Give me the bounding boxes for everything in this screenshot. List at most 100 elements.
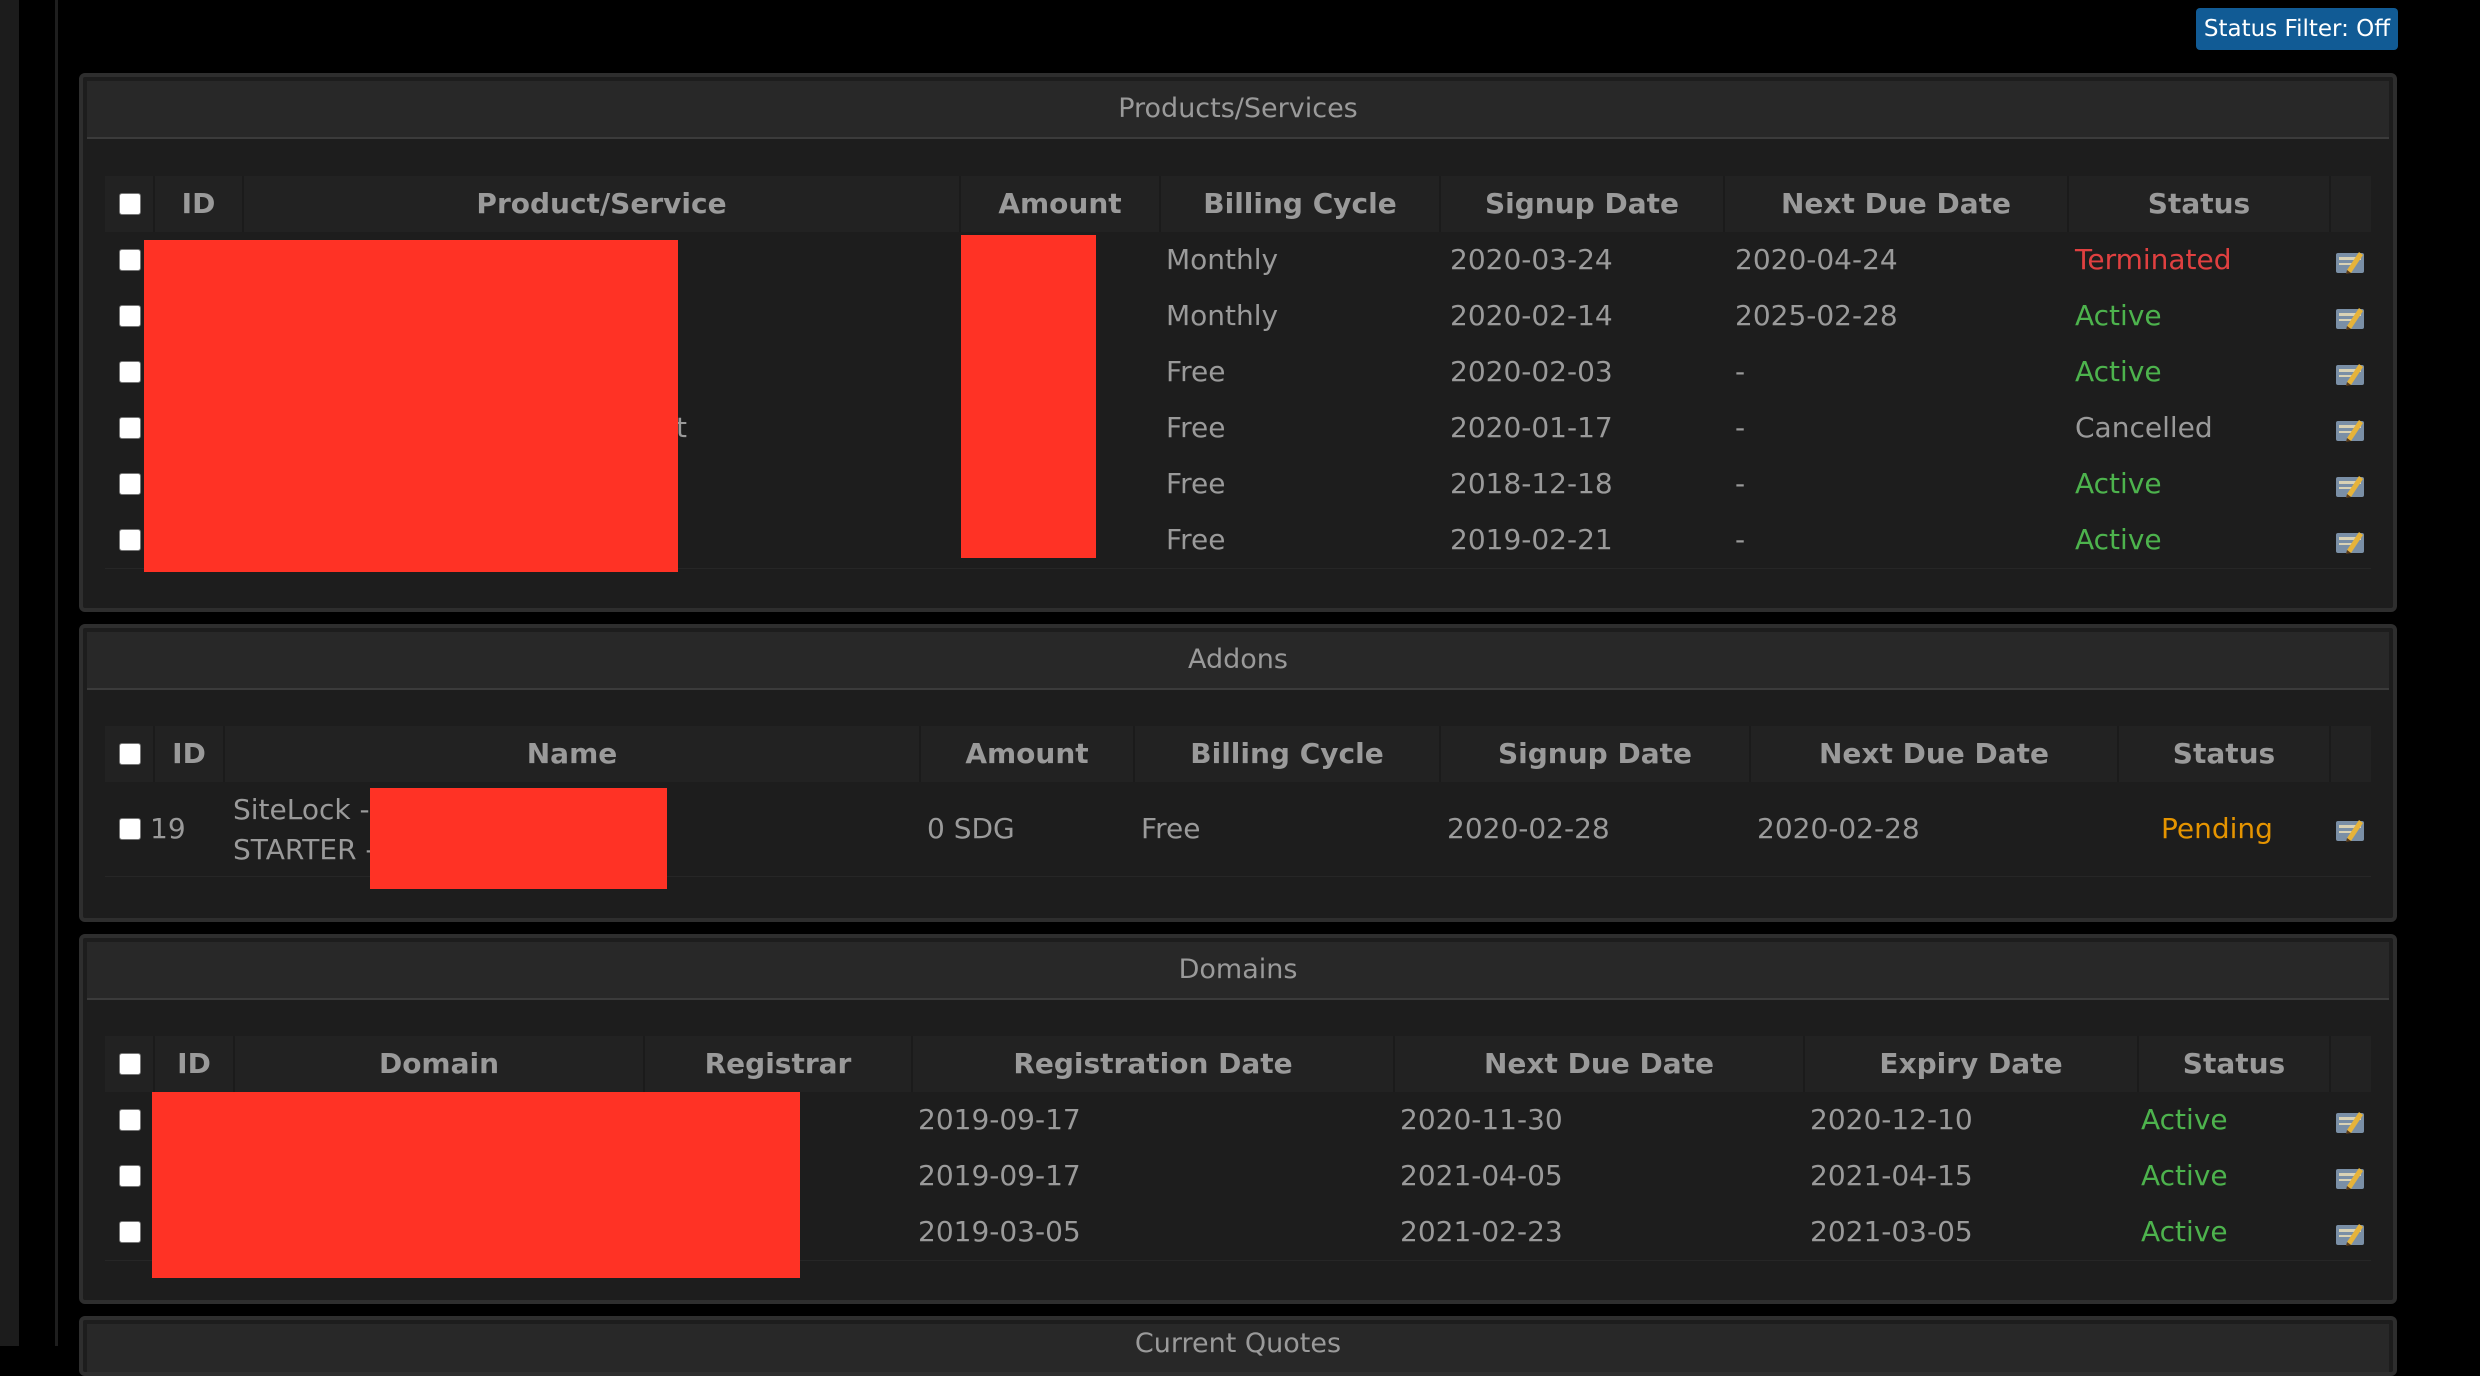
- row-checkbox[interactable]: [119, 249, 141, 271]
- signup-date: 2020-02-03: [1450, 355, 1613, 388]
- expiry-date: 2021-04-15: [1810, 1159, 1973, 1192]
- addon-name-line2: STARTER -: [233, 833, 376, 866]
- select-all-cell: [105, 726, 155, 782]
- col-amount[interactable]: Amount: [961, 176, 1161, 232]
- signup-date: 2018-12-18: [1450, 467, 1613, 500]
- signup-date: 2019-02-21: [1450, 523, 1613, 556]
- edit-invoice-icon[interactable]: [2335, 816, 2365, 844]
- row-checkbox[interactable]: [119, 361, 141, 383]
- col-id[interactable]: ID: [155, 726, 225, 782]
- status-badge: Active: [2141, 1103, 2228, 1136]
- products-panel: Products/Services ID Product/Service Amo…: [79, 73, 2397, 612]
- row-checkbox[interactable]: [119, 473, 141, 495]
- col-status[interactable]: Status: [2139, 1036, 2331, 1092]
- registration-date: 2019-09-17: [918, 1103, 1081, 1136]
- row-checkbox[interactable]: [119, 1221, 141, 1243]
- addons-table-header: ID Name Amount Billing Cycle Signup Date…: [105, 726, 2371, 782]
- edit-invoice-icon[interactable]: [2335, 1220, 2365, 1248]
- edit-invoice-icon[interactable]: [2335, 1164, 2365, 1192]
- col-status[interactable]: Status: [2119, 726, 2331, 782]
- signup-date: 2020-03-24: [1450, 243, 1613, 276]
- col-signup-date[interactable]: Signup Date: [1441, 176, 1725, 232]
- left-divider: [55, 0, 58, 1346]
- col-domain[interactable]: Domain: [235, 1036, 645, 1092]
- addons-panel: Addons ID Name Amount Billing Cycle Sign…: [79, 624, 2397, 922]
- domains-title: Domains: [87, 942, 2389, 1000]
- domains-panel: Domains ID Domain Registrar Registration…: [79, 934, 2397, 1304]
- quotes-panel: Current Quotes: [79, 1316, 2397, 1376]
- row-checkbox[interactable]: [119, 529, 141, 551]
- products-title: Products/Services: [87, 81, 2389, 139]
- redaction-block: [144, 240, 678, 572]
- next-due-date: -: [1735, 411, 1746, 444]
- edit-invoice-icon[interactable]: [2335, 360, 2365, 388]
- next-due-date: 2025-02-28: [1735, 299, 1898, 332]
- signup-date: 2020-01-17: [1450, 411, 1613, 444]
- addon-amount: 0 SDG: [927, 812, 1015, 845]
- col-actions: [2331, 1036, 2371, 1092]
- col-signup-date[interactable]: Signup Date: [1441, 726, 1751, 782]
- col-id[interactable]: ID: [155, 1036, 235, 1092]
- col-next-due-date[interactable]: Next Due Date: [1725, 176, 2069, 232]
- next-due-date: -: [1735, 467, 1746, 500]
- redaction-block: [370, 788, 667, 889]
- registration-date: 2019-03-05: [918, 1215, 1081, 1248]
- edit-invoice-icon[interactable]: [2335, 416, 2365, 444]
- status-badge: Cancelled: [2075, 411, 2213, 444]
- billing-cycle: Monthly: [1166, 243, 1279, 276]
- billing-cycle: Free: [1166, 523, 1226, 556]
- edit-invoice-icon[interactable]: [2335, 248, 2365, 276]
- col-registrar[interactable]: Registrar: [645, 1036, 913, 1092]
- edit-invoice-icon[interactable]: [2335, 1108, 2365, 1136]
- next-due-date: 2021-02-23: [1400, 1215, 1563, 1248]
- edit-invoice-icon[interactable]: [2335, 528, 2365, 556]
- status-badge: Active: [2075, 467, 2162, 500]
- col-actions: [2331, 176, 2371, 232]
- addons-title: Addons: [87, 632, 2389, 690]
- billing-cycle: Monthly: [1166, 299, 1279, 332]
- col-next-due-date[interactable]: Next Due Date: [1395, 1036, 1805, 1092]
- status-badge: Active: [2075, 299, 2162, 332]
- col-id[interactable]: ID: [155, 176, 244, 232]
- edit-invoice-icon[interactable]: [2335, 472, 2365, 500]
- expiry-date: 2020-12-10: [1810, 1103, 1973, 1136]
- domains-table-header: ID Domain Registrar Registration Date Ne…: [105, 1036, 2371, 1092]
- col-amount[interactable]: Amount: [921, 726, 1135, 782]
- billing-cycle: Free: [1166, 411, 1226, 444]
- expiry-date: 2021-03-05: [1810, 1215, 1973, 1248]
- select-all-checkbox[interactable]: [119, 193, 141, 215]
- row-checkbox[interactable]: [119, 1165, 141, 1187]
- select-all-checkbox[interactable]: [119, 743, 141, 765]
- status-badge: Active: [2075, 355, 2162, 388]
- quotes-title: Current Quotes: [87, 1324, 2389, 1372]
- col-expiry-date[interactable]: Expiry Date: [1805, 1036, 2139, 1092]
- products-table-header: ID Product/Service Amount Billing Cycle …: [105, 176, 2371, 232]
- status-badge: Active: [2075, 523, 2162, 556]
- status-badge: Terminated: [2075, 243, 2232, 276]
- signup-date: 2020-02-28: [1447, 812, 1610, 845]
- col-billing-cycle[interactable]: Billing Cycle: [1161, 176, 1441, 232]
- billing-cycle: Free: [1166, 467, 1226, 500]
- row-checkbox[interactable]: [119, 818, 141, 840]
- row-checkbox[interactable]: [119, 1109, 141, 1131]
- col-next-due-date[interactable]: Next Due Date: [1751, 726, 2119, 782]
- col-name[interactable]: Name: [225, 726, 921, 782]
- row-checkbox[interactable]: [119, 305, 141, 327]
- status-badge: Active: [2141, 1215, 2228, 1248]
- edit-invoice-icon[interactable]: [2335, 304, 2365, 332]
- next-due-date: 2020-11-30: [1400, 1103, 1563, 1136]
- col-billing-cycle[interactable]: Billing Cycle: [1135, 726, 1441, 782]
- col-status[interactable]: Status: [2069, 176, 2331, 232]
- select-all-checkbox[interactable]: [119, 1053, 141, 1075]
- row-checkbox[interactable]: [119, 417, 141, 439]
- left-rail: [0, 0, 19, 1346]
- next-due-date: 2020-02-28: [1757, 812, 1920, 845]
- select-all-cell: [105, 1036, 155, 1092]
- next-due-date: -: [1735, 355, 1746, 388]
- col-registration-date[interactable]: Registration Date: [913, 1036, 1395, 1092]
- status-badge: Active: [2141, 1159, 2228, 1192]
- next-due-date: 2020-04-24: [1735, 243, 1898, 276]
- billing-cycle: Free: [1166, 355, 1226, 388]
- status-filter-button[interactable]: Status Filter: Off: [2196, 8, 2398, 50]
- col-product-service[interactable]: Product/Service: [244, 176, 961, 232]
